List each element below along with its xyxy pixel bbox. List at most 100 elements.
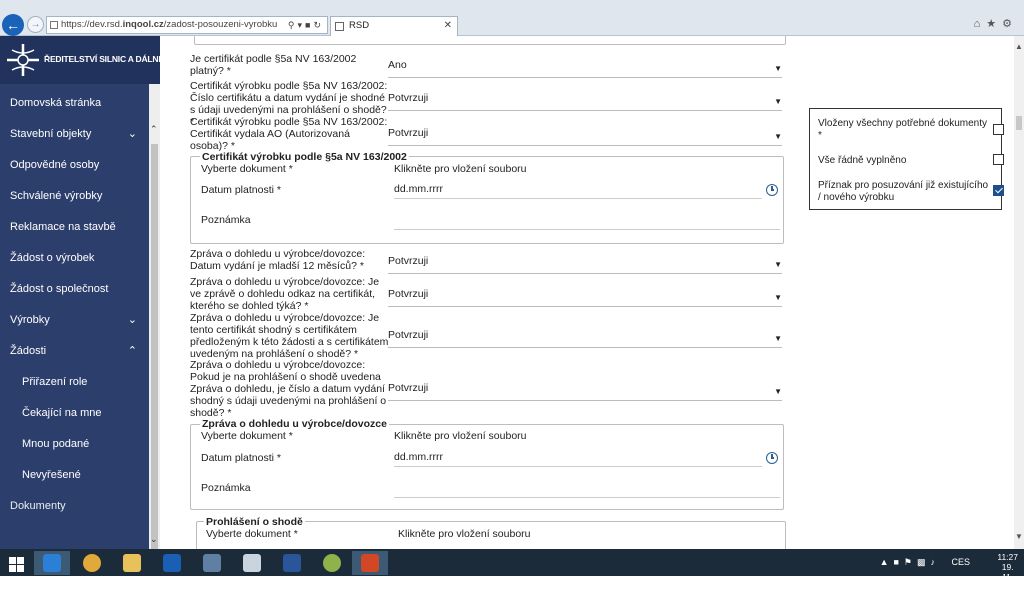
select-report-reference[interactable]: Potvrzuji ▼ xyxy=(388,287,782,307)
sidebar-item-site-complaints[interactable]: Reklamace na stavbě xyxy=(0,212,149,243)
select-value: Potvrzuji xyxy=(388,255,429,267)
checkbox-product-flag[interactable] xyxy=(993,185,1004,196)
taskbar: ▲■⚑▩♪ CES 11:27 19. 11. 2018 xyxy=(0,549,1024,592)
sidebar-item-approved-products[interactable]: Schválené výrobky xyxy=(0,181,149,212)
paint-icon xyxy=(323,554,341,572)
scrollbar-thumb[interactable] xyxy=(151,144,158,549)
checklist-label: Příznak pro posuzování již existujícího … xyxy=(818,180,989,203)
dropdown-caret-icon: ▼ xyxy=(774,132,782,141)
taskbar-app-notes[interactable] xyxy=(234,551,270,575)
scroll-up-icon[interactable]: ▲ xyxy=(1015,42,1023,51)
language-indicator[interactable]: CES xyxy=(951,557,970,567)
clock-time: 11:27 xyxy=(997,552,1018,562)
question-report-reference: Zpráva o dohledu u výrobce/dovozce: Je v… xyxy=(190,276,380,312)
sidebar-scrollbar[interactable]: ⌃ ⌄ xyxy=(149,84,160,549)
sidebar-item-responsible-persons[interactable]: Odpovědné osoby xyxy=(0,150,149,181)
chevron-up-icon: ⌃ xyxy=(127,345,137,357)
dropdown-caret-icon: ▼ xyxy=(774,387,782,396)
tray-icons[interactable]: ▲■⚑▩♪ xyxy=(880,557,940,568)
taskbar-app-paint[interactable] xyxy=(314,551,350,575)
taskbar-app-explorer[interactable] xyxy=(114,551,150,575)
windows-icon xyxy=(9,557,25,573)
checklist-label: Vloženy všechny potřebné dokumenty * xyxy=(818,118,987,141)
logo-text: ŘEDITELSTVÍ SILNIC A DÁLNIC ČR xyxy=(44,54,160,64)
forward-button[interactable]: → xyxy=(27,16,44,33)
system-clock[interactable]: 11:27 19. 11. 2018 xyxy=(997,552,1018,592)
file-upload-link[interactable]: Klikněte pro vložení souboru xyxy=(394,430,527,442)
checkbox-filled[interactable] xyxy=(993,154,1004,165)
select-value: Ano xyxy=(388,59,407,71)
select-certificate-valid[interactable]: Ano ▼ xyxy=(388,58,782,78)
taskbar-app-ie[interactable] xyxy=(34,551,70,575)
clock-icon[interactable] xyxy=(766,452,778,464)
note-input[interactable] xyxy=(394,214,780,230)
sidebar-item-label: Přiřazení role xyxy=(22,376,88,388)
select-value: Potvrzuji xyxy=(388,127,429,139)
computer-icon xyxy=(203,554,221,572)
dropdown-caret-icon: ▼ xyxy=(774,260,782,269)
select-certificate-identical[interactable]: Potvrzuji ▼ xyxy=(388,328,782,348)
question-report-date: Zpráva o dohledu u výrobce/dovozce: Datu… xyxy=(190,248,366,272)
sidebar-menu: Domovská stránka Stavební objekty ⌄ Odpov… xyxy=(0,88,149,522)
sidebar-item-role-assignment[interactable]: Přiřazení role xyxy=(0,367,149,398)
scroll-down-icon[interactable]: ▼ xyxy=(1015,532,1023,541)
scroll-down-icon[interactable]: ⌄ xyxy=(150,534,158,545)
select-value: Potvrzuji xyxy=(388,92,429,104)
clock-icon[interactable] xyxy=(766,184,778,196)
folder-icon xyxy=(123,554,141,572)
sidebar-item-product-request[interactable]: Žádost o výrobek xyxy=(0,243,149,274)
scrollbar-thumb[interactable] xyxy=(1016,116,1022,130)
sidebar-item-label: Mnou podané xyxy=(22,438,90,450)
start-button[interactable] xyxy=(0,551,36,575)
sidebar-item-products[interactable]: Výrobky ⌄ xyxy=(0,305,149,336)
sidebar-item-company-request[interactable]: Žádost o společnost xyxy=(0,274,149,305)
outlook-icon xyxy=(163,554,181,572)
taskbar-app-powerpoint[interactable] xyxy=(352,551,388,575)
sidebar-item-waiting-for-me[interactable]: Čekající na mne xyxy=(0,398,149,429)
checklist-label: Vše řádně vyplněno xyxy=(818,155,907,166)
tab-close-icon[interactable]: ✕ xyxy=(444,17,452,35)
validity-date-label: Datum platnosti * xyxy=(201,184,281,196)
select-certificate-issuer[interactable]: Potvrzuji ▼ xyxy=(388,126,782,146)
dropdown-caret-icon: ▼ xyxy=(774,64,782,73)
sidebar-item-label: Domovská stránka xyxy=(10,97,102,109)
sidebar-item-documents[interactable]: Dokumenty xyxy=(0,491,149,522)
sidebar-item-requests[interactable]: Žádosti ⌃ xyxy=(0,336,149,367)
sidebar-item-building-objects[interactable]: Stavební objekty ⌄ xyxy=(0,119,149,150)
site-icon xyxy=(50,21,58,29)
sidebar-item-submitted-by-me[interactable]: Mnou podané xyxy=(0,429,149,460)
note-label: Poznámka xyxy=(201,482,251,494)
page-scrollbar[interactable]: ▲ ▼ xyxy=(1014,36,1024,549)
taskbar-app-computer[interactable] xyxy=(194,551,230,575)
browser-toolbar-icons[interactable]: ⌂★⚙ xyxy=(974,17,1018,30)
select-report-date[interactable]: Potvrzuji ▼ xyxy=(388,254,782,274)
back-button[interactable]: ← xyxy=(2,14,24,36)
url-path: /zadost-posouzeni-vyrobku xyxy=(163,19,278,30)
select-certificate-number-match[interactable]: Potvrzuji ▼ xyxy=(388,91,782,111)
select-report-number-match[interactable]: Potvrzuji ▼ xyxy=(388,381,782,401)
sidebar-item-unresolved[interactable]: Nevyřešené xyxy=(0,460,149,491)
tab-title: RSD xyxy=(349,20,370,31)
taskbar-app-outlook[interactable] xyxy=(154,551,190,575)
file-upload-link[interactable]: Klikněte pro vložení souboru xyxy=(398,528,531,540)
address-bar-icons[interactable]: ⚲▾■↻ xyxy=(288,17,324,33)
address-bar[interactable]: https://dev.rsd.inqool.cz/zadost-posouze… xyxy=(46,16,328,34)
taskbar-app-chrome[interactable] xyxy=(74,551,110,575)
validity-date-input[interactable]: dd.mm.rrrr xyxy=(394,451,762,467)
document-label: Vyberte dokument * xyxy=(201,163,293,175)
document-label: Vyberte dokument * xyxy=(206,528,298,540)
rsd-logo-icon xyxy=(7,44,39,76)
question-report-number-match: Zpráva o dohledu u výrobce/dovozce: Poku… xyxy=(190,359,387,419)
select-value: Potvrzuji xyxy=(388,382,429,394)
url-prefix: https://dev.rsd. xyxy=(61,19,123,30)
file-upload-link[interactable]: Klikněte pro vložení souboru xyxy=(394,163,527,175)
browser-tab[interactable]: RSD ✕ xyxy=(330,16,458,36)
checkbox-documents[interactable] xyxy=(993,124,1004,135)
note-input[interactable] xyxy=(394,482,780,498)
scroll-up-icon[interactable]: ⌃ xyxy=(150,124,158,135)
sidebar-item-home[interactable]: Domovská stránka xyxy=(0,88,149,119)
sidebar-item-label: Schválené výrobky xyxy=(10,190,103,202)
validity-date-input[interactable]: dd.mm.rrrr xyxy=(394,183,762,199)
checklist-item-documents: Vloženy všechny potřebné dokumenty * xyxy=(818,118,990,142)
taskbar-app-word[interactable] xyxy=(274,551,310,575)
